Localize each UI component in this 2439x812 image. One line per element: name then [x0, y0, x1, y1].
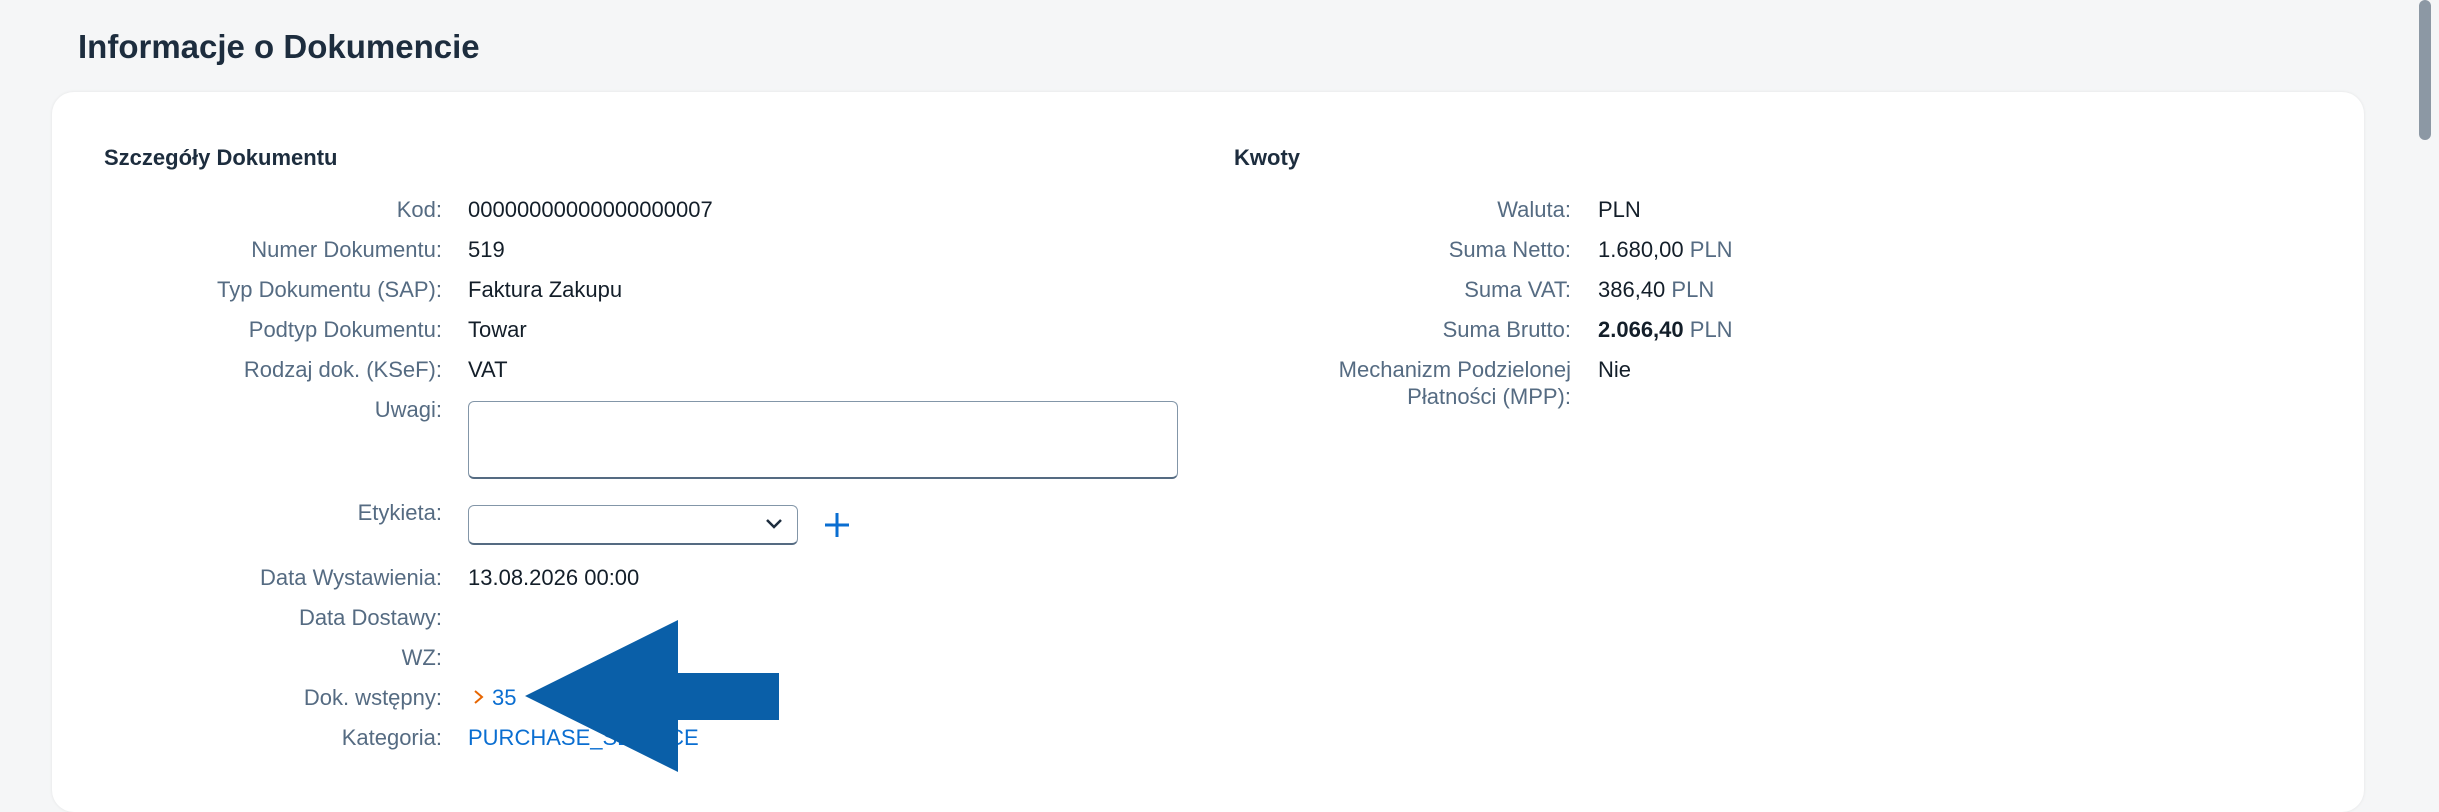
net-value: 1.680,00: [1598, 237, 1684, 262]
type-label: Typ Dokumentu (SAP):: [217, 277, 442, 302]
subtype-label: Podtyp Dokumentu:: [248, 317, 442, 342]
code-value: 00000000000000000007: [468, 197, 713, 222]
mpp-label-line1: Mechanizm Podzielonej: [1338, 357, 1571, 382]
mpp-value: Nie: [1598, 357, 1632, 382]
add-icon[interactable]: [822, 510, 852, 540]
gross-label: Suma Brutto:: [1442, 317, 1571, 342]
gross-amount: 2.066,40 PLN: [1598, 316, 1733, 343]
mpp-label-line2: Płatności (MPP):: [1407, 384, 1571, 409]
tag-select[interactable]: [468, 505, 798, 545]
preliminary-label: Dok. wstępny:: [303, 685, 442, 710]
vat-unit: PLN: [1671, 277, 1715, 302]
net-unit: PLN: [1689, 237, 1733, 262]
type-value: Faktura Zakupu: [468, 277, 623, 302]
code-label: Kod:: [396, 197, 442, 222]
vat-amount: 386,40 PLN: [1598, 276, 1714, 303]
gross-value: 2.066,40: [1598, 317, 1684, 342]
section-title-details: Szczegóły Dokumentu: [104, 145, 338, 170]
subtype-value: Towar: [468, 317, 527, 342]
ksef-label: Rodzaj dok. (KSeF):: [243, 357, 442, 382]
page-title: Informacje o Dokumencie: [78, 28, 480, 65]
vat-value: 386,40: [1598, 277, 1666, 302]
net-amount: 1.680,00 PLN: [1598, 236, 1733, 263]
mpp-label: Mechanizm Podzielonej Płatności (MPP):: [1339, 356, 1571, 410]
number-value: 519: [468, 237, 505, 262]
tag-label: Etykieta:: [357, 500, 442, 525]
wz-label: WZ:: [401, 645, 442, 670]
section-title-amounts: Kwoty: [1234, 145, 1300, 170]
currency-value: PLN: [1598, 197, 1641, 222]
vat-label: Suma VAT:: [1464, 277, 1571, 302]
delivery-date-label: Data Dostawy:: [298, 605, 442, 630]
currency-label: Waluta:: [1497, 197, 1571, 222]
issue-date-value: 13.08.2026 00:00: [468, 565, 640, 590]
net-label: Suma Netto:: [1448, 237, 1571, 262]
scrollbar-thumb[interactable]: [2419, 0, 2431, 140]
preliminary-doc-link[interactable]: 35: [492, 684, 516, 711]
gross-unit: PLN: [1689, 317, 1733, 342]
chevron-down-icon: [766, 519, 782, 529]
chevron-right-icon: [474, 690, 484, 704]
issue-date-label: Data Wystawienia:: [260, 565, 442, 590]
arrow-left-icon: [525, 620, 779, 772]
notes-label: Uwagi:: [374, 397, 442, 422]
number-label: Numer Dokumentu:: [251, 237, 442, 262]
category-label: Kategoria:: [341, 725, 442, 750]
notes-textarea[interactable]: [468, 401, 1178, 479]
ksef-value: VAT: [468, 357, 508, 382]
